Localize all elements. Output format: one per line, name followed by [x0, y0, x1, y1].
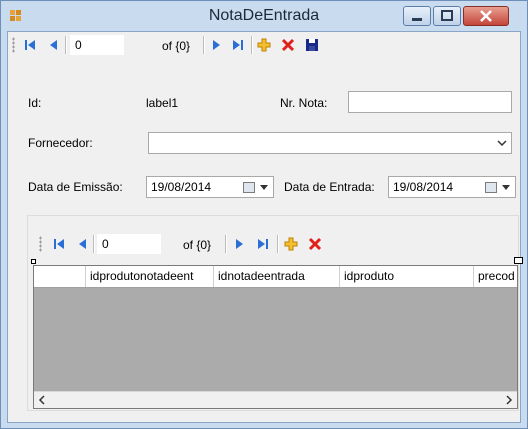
add-new-icon[interactable] — [256, 37, 272, 53]
items-position-input[interactable] — [97, 234, 161, 254]
window: NotaDeEntrada of {0} — [0, 0, 528, 429]
binding-navigator: of {0} — [8, 32, 520, 58]
dropdown-arrow-icon[interactable] — [502, 185, 510, 190]
delete-icon[interactable] — [280, 37, 296, 53]
maximize-icon — [441, 10, 453, 21]
separator — [203, 36, 205, 54]
separator — [225, 235, 227, 253]
smart-tag-icon[interactable] — [514, 257, 523, 264]
column-header[interactable]: precod — [474, 266, 517, 287]
separator — [277, 235, 279, 253]
close-icon — [480, 10, 492, 22]
scroll-left-icon[interactable] — [38, 395, 46, 405]
count-label: of {0} — [162, 39, 191, 53]
data-emissao-value: 19/08/2014 — [151, 180, 212, 194]
separator — [65, 36, 67, 54]
move-first-icon[interactable] — [22, 37, 38, 53]
maximize-button[interactable] — [433, 6, 461, 26]
close-button[interactable] — [463, 6, 509, 26]
move-last-icon[interactable] — [230, 37, 246, 53]
data-entrada-value: 19/08/2014 — [393, 180, 454, 194]
grid-header: idprodutonotadeent idnotadeentrada idpro… — [34, 266, 517, 288]
data-emissao-label: Data de Emissão: — [28, 180, 123, 194]
data-grid[interactable]: idprodutonotadeent idnotadeentrada idpro… — [33, 265, 518, 409]
separator — [251, 36, 253, 54]
row-header-corner[interactable] — [34, 266, 86, 287]
column-header[interactable]: idproduto — [340, 266, 474, 287]
move-previous-icon[interactable] — [46, 37, 62, 53]
move-next-icon[interactable] — [208, 37, 224, 53]
move-last-icon[interactable] — [255, 236, 271, 252]
horizontal-scrollbar[interactable] — [34, 391, 517, 408]
data-entrada-label: Data de Entrada: — [284, 180, 375, 194]
scroll-right-icon[interactable] — [505, 395, 513, 405]
column-header[interactable]: idprodutonotadeent — [86, 266, 214, 287]
move-previous-icon[interactable] — [75, 236, 91, 252]
fornecedor-label: Fornecedor: — [28, 136, 93, 150]
minimize-icon — [412, 18, 422, 21]
position-input[interactable] — [70, 35, 124, 55]
calendar-icon[interactable] — [243, 182, 255, 193]
dropdown-arrow-icon[interactable] — [260, 185, 268, 190]
column-header[interactable]: idnotadeentrada — [214, 266, 340, 287]
selection-handle — [31, 259, 36, 264]
move-next-icon[interactable] — [231, 236, 247, 252]
title-bar[interactable]: NotaDeEntrada — [1, 1, 527, 31]
id-label: Id: — [28, 96, 42, 110]
save-icon[interactable] — [304, 37, 320, 53]
data-entrada-picker[interactable]: 19/08/2014 — [388, 176, 516, 198]
id-value: label1 — [146, 96, 179, 110]
add-new-icon[interactable] — [283, 236, 299, 252]
data-emissao-picker[interactable]: 19/08/2014 — [146, 176, 274, 198]
separator — [93, 235, 95, 253]
toolstrip-grip[interactable] — [12, 37, 15, 53]
calendar-icon[interactable] — [485, 182, 497, 193]
chevron-down-icon[interactable] — [497, 139, 507, 147]
nr-nota-field[interactable] — [348, 91, 512, 113]
move-first-icon[interactable] — [51, 236, 67, 252]
items-binding-navigator: of {0} — [35, 231, 515, 257]
minimize-button[interactable] — [403, 6, 431, 26]
delete-icon[interactable] — [307, 236, 323, 252]
nr-nota-label: Nr. Nota: — [280, 96, 328, 110]
fornecedor-combobox[interactable] — [148, 132, 512, 154]
toolstrip-grip[interactable] — [39, 236, 42, 252]
items-count-label: of {0} — [183, 238, 212, 252]
